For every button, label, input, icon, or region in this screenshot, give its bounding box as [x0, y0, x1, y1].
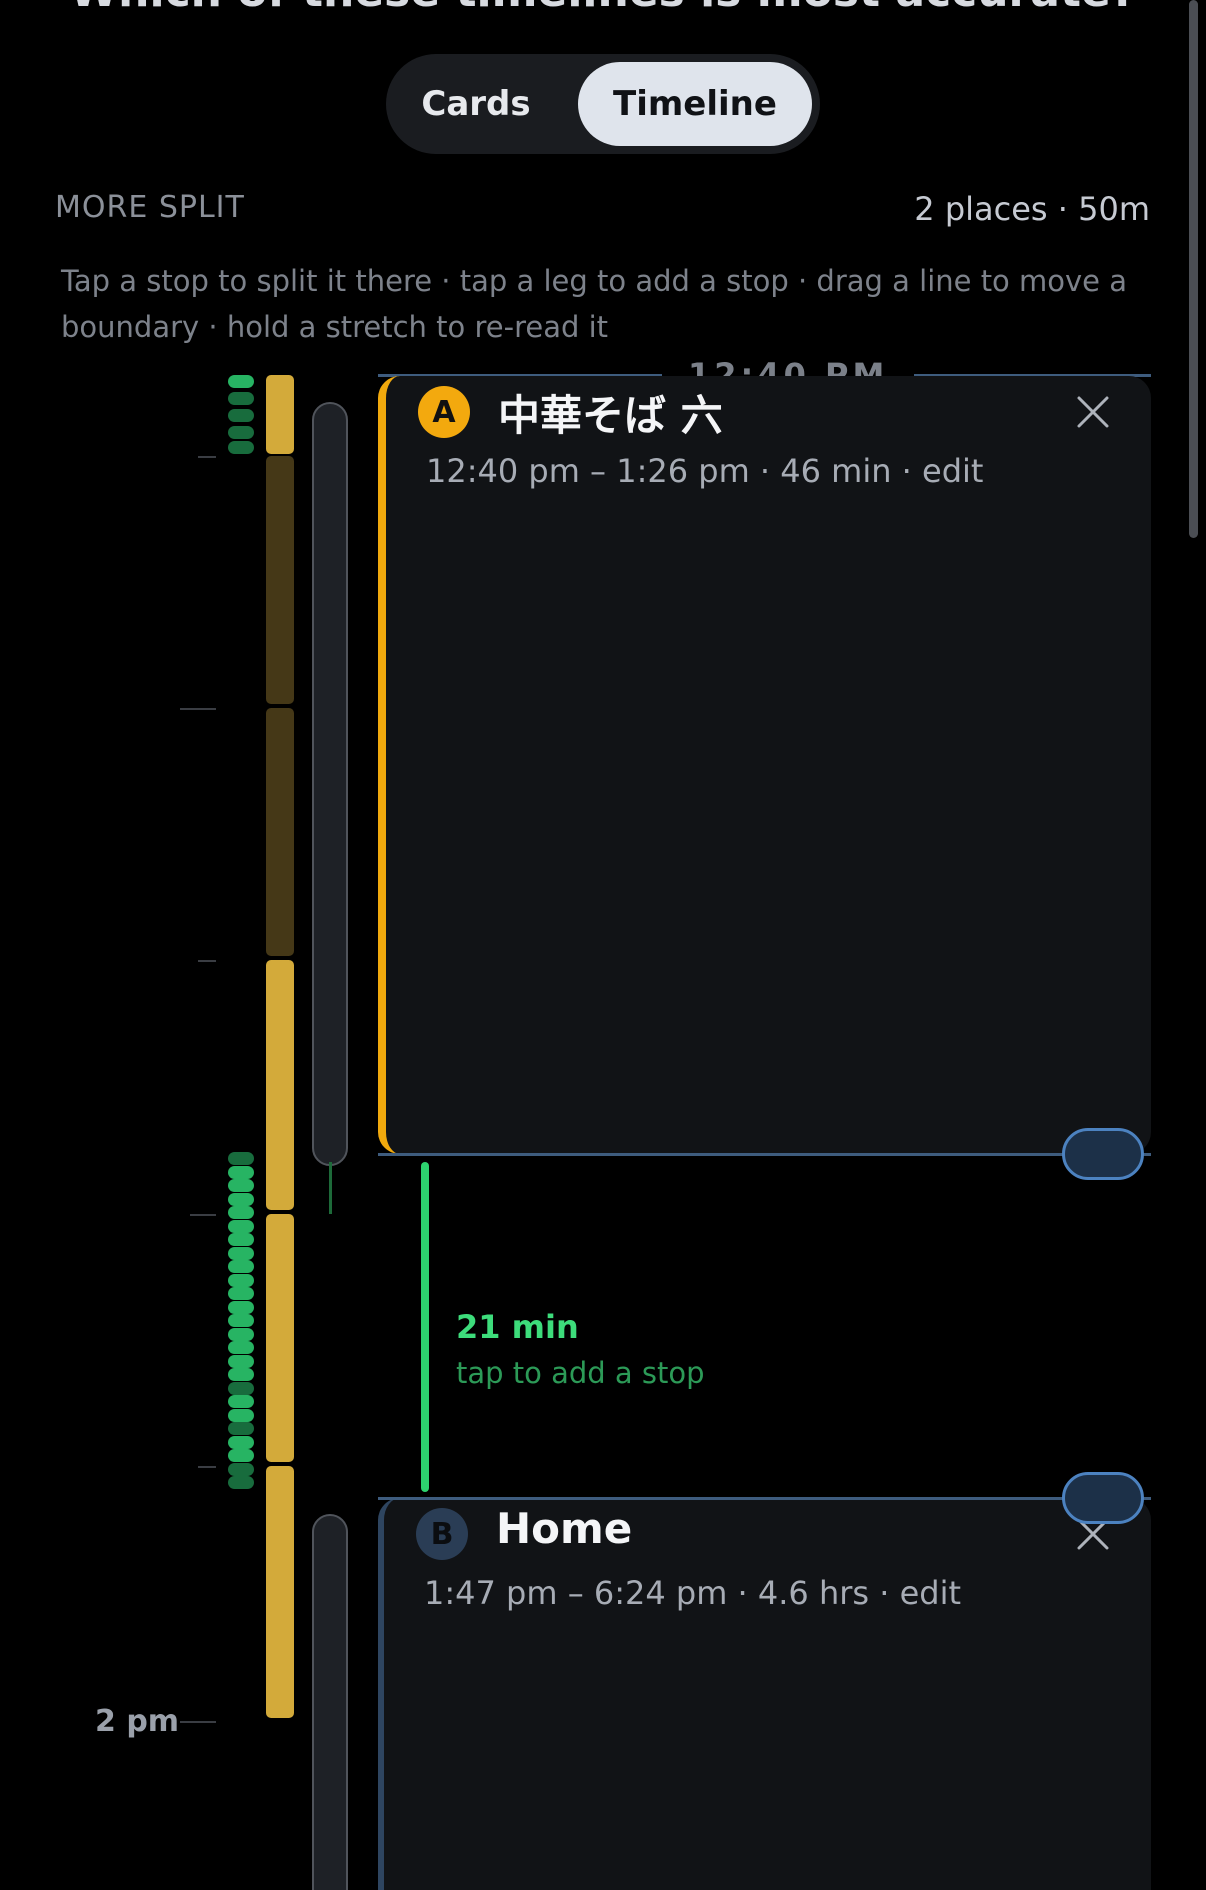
- stay-segment[interactable]: [266, 375, 294, 454]
- gps-sample-dot: [228, 1206, 254, 1219]
- place-name: Home: [496, 1504, 633, 1553]
- gps-sample-dot: [228, 441, 254, 454]
- gps-sample-dot: [228, 426, 254, 439]
- gps-sample-dot: [228, 1327, 254, 1341]
- stop-card-b[interactable]: B Home 1:47 pm – 6:24 pm · 4.6 hrs · edi…: [378, 1498, 1151, 1890]
- gps-sample-dot: [228, 1462, 254, 1476]
- stay-segment[interactable]: [266, 1466, 294, 1718]
- leg-duration[interactable]: 21 min: [456, 1308, 579, 1346]
- stop-badge: B: [416, 1508, 468, 1560]
- gps-sample-dot: [228, 1476, 254, 1489]
- gps-sample-dot: [228, 409, 254, 422]
- gps-sample-dot: [228, 1165, 254, 1179]
- question-title: Which of these timelines is most accurat…: [0, 0, 1206, 17]
- boundary-line[interactable]: [378, 1497, 1151, 1500]
- help-text: Tap a stop to split it there · tap a leg…: [61, 264, 1128, 344]
- gps-sample-dot: [228, 1354, 254, 1368]
- boundary-drag-handle[interactable]: [1062, 1128, 1144, 1180]
- gps-sample-dot: [228, 1408, 254, 1422]
- gps-sample-dot: [228, 1287, 254, 1300]
- stop-card-a[interactable]: A 中華そば 六 12:40 pm – 1:26 pm · 46 min · e…: [378, 376, 1151, 1154]
- stop-times[interactable]: 1:47 pm – 6:24 pm · 4.6 hrs · edit: [424, 1574, 961, 1612]
- gps-sample-dot: [228, 1192, 254, 1206]
- stop-times[interactable]: 12:40 pm – 1:26 pm · 46 min · edit: [426, 452, 983, 490]
- hour-label: 2 pm: [95, 1704, 180, 1739]
- stop-badge: A: [418, 386, 470, 438]
- gps-sample-dot: [228, 1300, 254, 1314]
- gps-sample-dot: [228, 392, 254, 405]
- place-name: 中華そば 六: [498, 391, 723, 440]
- gps-sample-dot: [228, 1152, 254, 1165]
- close-icon[interactable]: [1073, 392, 1113, 432]
- gps-sample-dot: [228, 1341, 254, 1354]
- gps-sample-dot: [228, 1273, 254, 1287]
- boundary-line[interactable]: [378, 1153, 1151, 1156]
- axis-tick: [180, 708, 216, 710]
- gps-sample-dot: [228, 375, 254, 388]
- gps-sample-dot: [228, 1368, 254, 1381]
- variant-summary: 2 places · 50m: [914, 190, 1150, 228]
- axis-tick: [180, 1721, 216, 1723]
- stay-track[interactable]: [312, 402, 348, 1166]
- cards-toggle-button[interactable]: Cards: [396, 62, 556, 146]
- leg-hint[interactable]: tap to add a stop: [456, 1356, 705, 1390]
- gps-sample-dot: [228, 1179, 254, 1192]
- gps-sample-dot: [228, 1260, 254, 1273]
- variant-label: MORE SPLIT: [55, 190, 245, 225]
- boundary-drag-handle[interactable]: [1062, 1472, 1144, 1524]
- stay-track[interactable]: [312, 1514, 348, 1890]
- stay-segment[interactable]: [266, 708, 294, 956]
- stay-segment[interactable]: [266, 960, 294, 1210]
- axis-tick: [198, 960, 216, 962]
- stay-segment[interactable]: [266, 456, 294, 704]
- timeline-toggle-button[interactable]: Timeline: [578, 62, 812, 146]
- axis-tick: [190, 1214, 216, 1216]
- axis-tick: [198, 456, 216, 458]
- gps-sample-dot: [228, 1246, 254, 1260]
- gps-sample-dot: [228, 1395, 254, 1408]
- stay-segment[interactable]: [266, 1214, 294, 1462]
- gps-sample-dot: [228, 1449, 254, 1462]
- track-connector: [329, 1162, 332, 1214]
- gps-sample-dot: [228, 1422, 254, 1435]
- scrollbar[interactable]: [1189, 0, 1198, 538]
- axis-tick: [198, 1466, 216, 1468]
- gps-sample-dot: [228, 1435, 254, 1449]
- gps-sample-dot: [228, 1381, 254, 1395]
- gps-sample-dot: [228, 1233, 254, 1246]
- travel-leg-line[interactable]: [421, 1162, 429, 1492]
- gps-sample-dot: [228, 1314, 254, 1327]
- gps-sample-dot: [228, 1219, 254, 1233]
- view-toggle: Cards Timeline: [386, 54, 820, 154]
